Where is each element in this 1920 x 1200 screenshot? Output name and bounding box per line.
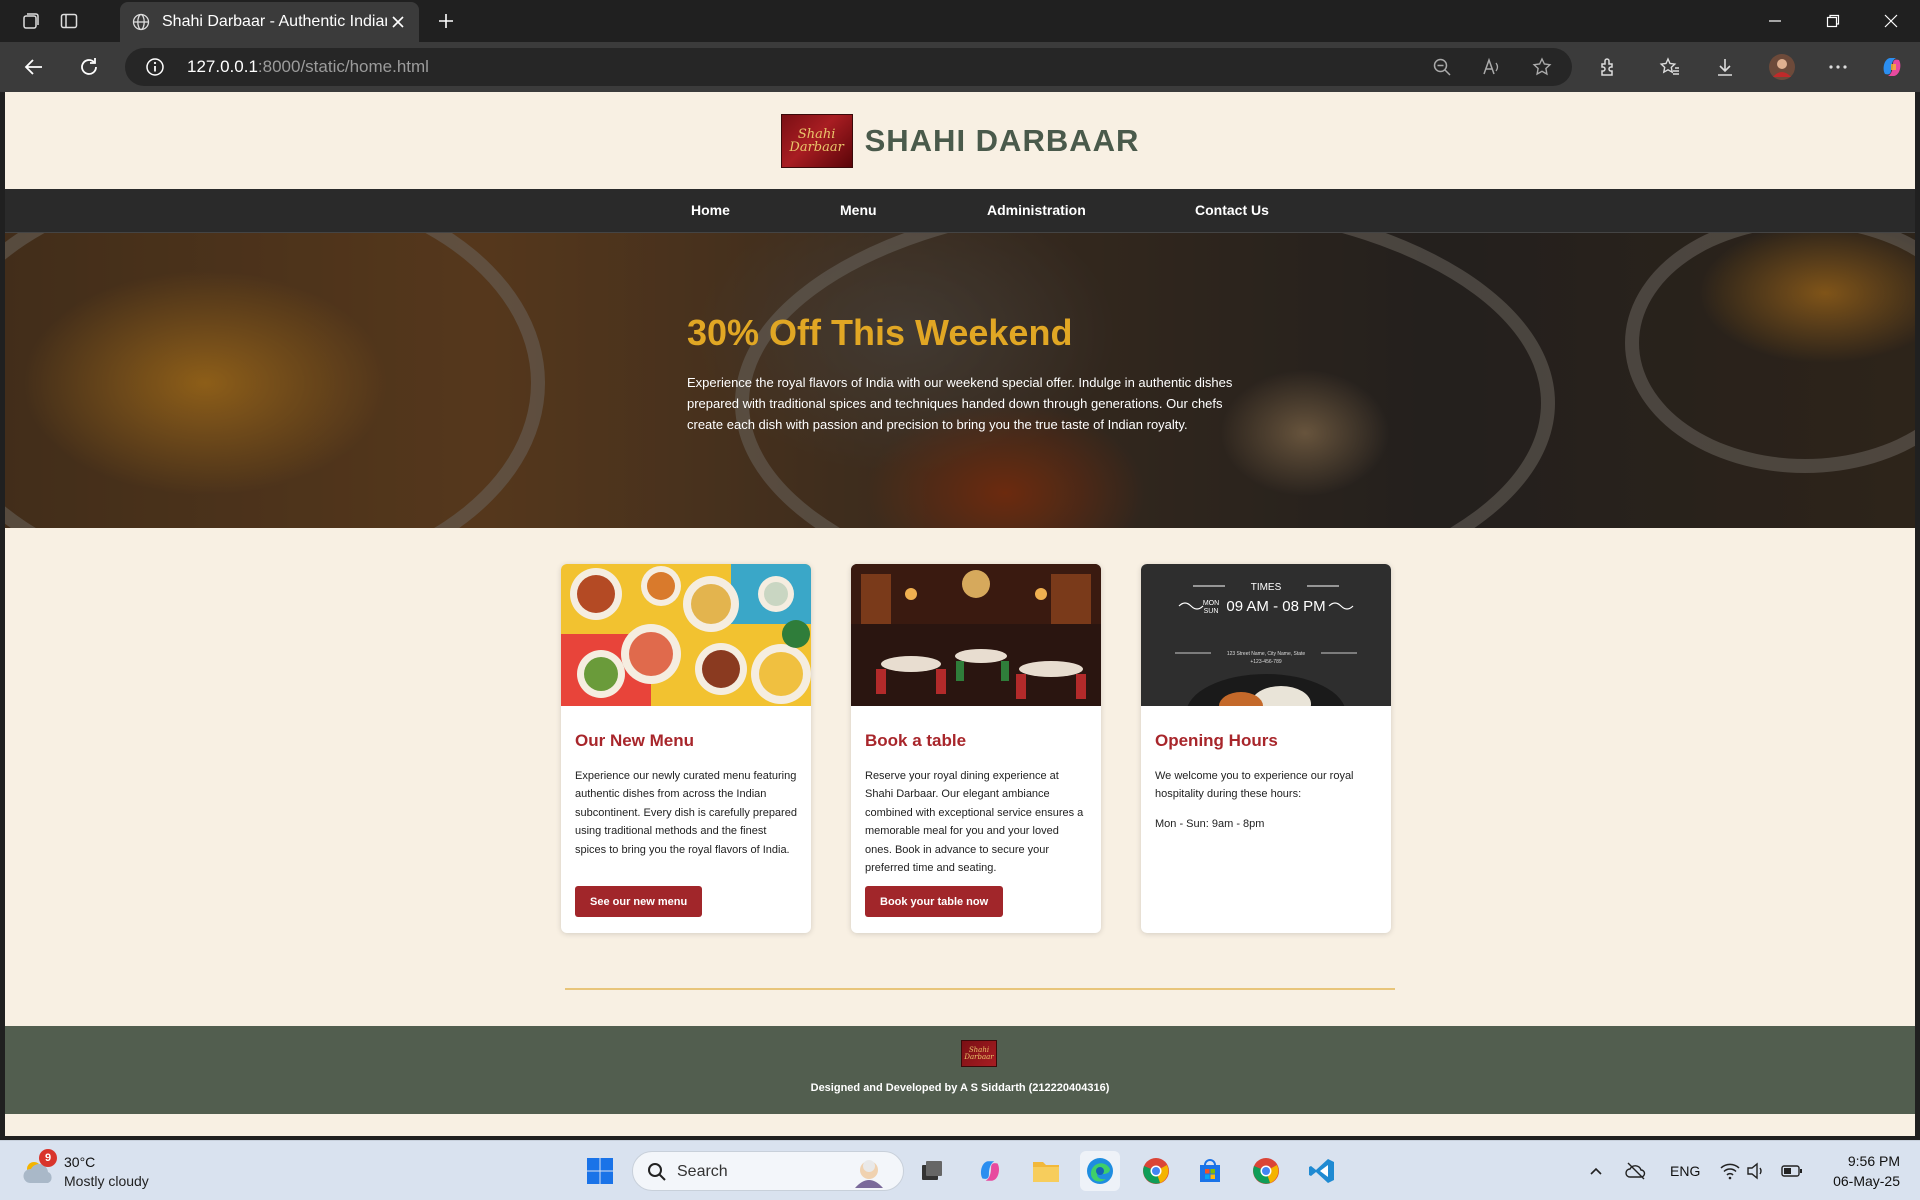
nav-menu[interactable]: Menu (840, 202, 877, 218)
close-tab-icon[interactable] (387, 11, 409, 33)
chevron-up-icon[interactable] (1584, 1159, 1608, 1183)
card-title: Our New Menu (575, 731, 695, 750)
new-tab-icon[interactable] (433, 8, 459, 34)
search-label: Search (677, 1163, 728, 1180)
chrome-profile-icon[interactable] (1136, 1151, 1176, 1191)
opening-times-image: TIMES MON SUN 09 AM - 08 PM 123 Street N… (1141, 564, 1391, 706)
search-highlight-icon (855, 1160, 883, 1188)
vscode-icon[interactable] (1302, 1151, 1342, 1191)
card-text: Experience our newly curated menu featur… (575, 770, 797, 856)
site-header: Shahi Darbaar SHAHI DARBAAR (5, 92, 1915, 189)
site-name: SHAHI DARBAAR (864, 122, 1140, 158)
edge-app-icon[interactable] (1080, 1151, 1120, 1191)
onedrive-offline-icon[interactable] (1624, 1159, 1648, 1183)
hours-text: Mon - Sun: 9am - 8pm (1155, 818, 1265, 830)
card-text: Reserve your royal dining experience at … (865, 770, 1084, 875)
minimize-icon[interactable] (1760, 8, 1790, 34)
address-bar[interactable]: 127.0.0.1:8000/static/home.html (125, 48, 1572, 86)
system-clock[interactable]: 9:56 PM 06-May-25 (1810, 1151, 1900, 1191)
chrome-icon[interactable] (1246, 1151, 1286, 1191)
globe-icon (130, 11, 152, 33)
nav-contact-us[interactable]: Contact Us (1195, 202, 1269, 218)
wifi-icon[interactable] (1718, 1159, 1742, 1183)
weather-badge: 9 (39, 1149, 57, 1167)
clock-date: 06-May-25 (1833, 1173, 1900, 1189)
close-window-icon[interactable] (1876, 8, 1906, 34)
volume-icon[interactable] (1744, 1159, 1768, 1183)
card-opening-hours: TIMES MON SUN 09 AM - 08 PM 123 Street N… (1141, 564, 1391, 933)
tab-title: Shahi Darbaar - Authentic Indian Cuisine (162, 13, 387, 30)
footer-logo: Shahi Darbaar (961, 1040, 997, 1067)
days-bottom: SUN (1204, 608, 1219, 615)
site-logo[interactable]: Shahi Darbaar (780, 113, 853, 168)
days-top: MON (1203, 600, 1219, 607)
times-label: TIMES (1251, 582, 1282, 593)
copilot-app-icon[interactable] (970, 1151, 1010, 1191)
card-title: Opening Hours (1155, 731, 1278, 750)
restaurant-interior-image (851, 564, 1101, 706)
zoom-icon[interactable] (1431, 56, 1453, 78)
more-options-icon[interactable] (1824, 53, 1852, 81)
nav-home[interactable]: Home (691, 202, 730, 218)
copilot-icon[interactable] (1878, 53, 1906, 81)
favorite-star-icon[interactable] (1531, 56, 1553, 78)
favorites-icon[interactable] (1656, 53, 1684, 81)
footer-credit: Designed and Developed by A S Siddarth (… (810, 1082, 1110, 1094)
see-menu-button[interactable]: See our new menu (575, 886, 703, 917)
active-tab[interactable]: Shahi Darbaar - Authentic Indian Cuisine (120, 2, 419, 42)
start-icon[interactable] (580, 1151, 620, 1191)
store-icon[interactable] (1190, 1151, 1230, 1191)
time-range: 09 AM - 08 PM (1226, 598, 1325, 615)
card-book-table: Book a table Reserve your royal dining e… (851, 564, 1101, 933)
weather-condition: Mostly cloudy (64, 1173, 149, 1189)
hero-description: Experience the royal flavors of India wi… (687, 375, 1233, 432)
search-icon (648, 1163, 666, 1181)
site-info-icon[interactable] (145, 57, 165, 77)
windows-taskbar: 9 30°C Mostly cloudy Search ENG 9:56 PM … (0, 1140, 1920, 1200)
restore-icon[interactable] (1818, 8, 1848, 34)
language-indicator[interactable]: ENG (1670, 1163, 1700, 1179)
nav-administration[interactable]: Administration (987, 202, 1086, 218)
downloads-icon[interactable] (1711, 53, 1739, 81)
menu-food-image (561, 564, 811, 706)
card-new-menu: Our New Menu Experience our newly curate… (561, 564, 811, 933)
clock-time: 9:56 PM (1847, 1153, 1900, 1169)
browser-titlebar: Shahi Darbaar - Authentic Indian Cuisine (0, 0, 1920, 42)
card-title: Book a table (865, 731, 967, 750)
weather-widget[interactable]: 9 30°C Mostly cloudy (22, 1149, 172, 1193)
image-address: 123 Street Name, City Name, State (1227, 651, 1306, 657)
book-table-button[interactable]: Book your table now (865, 886, 1004, 917)
hero-title: 30% Off This Weekend (687, 312, 1073, 353)
main-navbar: Home Menu Administration Contact Us (5, 189, 1915, 233)
profile-avatar[interactable] (1768, 53, 1796, 81)
back-icon[interactable] (20, 53, 48, 81)
url-text: 127.0.0.1:8000/static/home.html (187, 57, 429, 76)
battery-icon[interactable] (1780, 1159, 1804, 1183)
read-aloud-icon[interactable] (1481, 56, 1503, 78)
taskbar-search[interactable]: Search (632, 1151, 904, 1191)
file-explorer-icon[interactable] (1026, 1151, 1066, 1191)
reload-icon[interactable] (75, 53, 103, 81)
extensions-icon[interactable] (1595, 53, 1623, 81)
section-divider (565, 988, 1395, 990)
task-view-icon[interactable] (912, 1151, 952, 1191)
image-phone: +123-456-789 (1250, 659, 1281, 665)
page-viewport: Shahi Darbaar SHAHI DARBAAR Home Menu Adm… (5, 92, 1915, 1136)
temperature: 30°C (64, 1154, 96, 1170)
browser-toolbar: 127.0.0.1:8000/static/home.html (0, 42, 1920, 92)
tab-actions-icon[interactable] (56, 8, 82, 34)
site-footer: Shahi Darbaar Designed and Developed by A… (5, 1026, 1915, 1114)
card-text: We welcome you to experience our royal h… (1155, 770, 1354, 801)
workspaces-icon[interactable] (18, 8, 44, 34)
hero-banner: 30% Off This Weekend Experience the roya… (5, 233, 1915, 528)
